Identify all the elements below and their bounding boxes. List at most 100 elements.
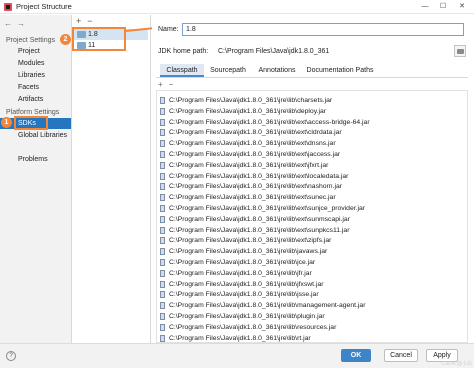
add-path-button[interactable]: + [158, 80, 163, 89]
jar-file-icon [160, 291, 165, 299]
platform-settings-heading: Platform Settings [6, 109, 60, 116]
nav-item-project[interactable]: Project [0, 46, 71, 57]
history-nav: ← → [4, 19, 30, 28]
jar-file-icon [160, 237, 165, 245]
nav-item-libraries[interactable]: Libraries [0, 70, 71, 81]
annotation-badge-1: 1 [1, 117, 12, 128]
classpath-entry-text: C:\Program Files\Java\jdk1.8.0_361\jre\l… [169, 302, 366, 310]
jar-file-icon [160, 215, 165, 223]
classpath-row[interactable]: C:\Program Files\Java\jdk1.8.0_361\jre\l… [157, 333, 467, 342]
classpath-entry-text: C:\Program Files\Java\jdk1.8.0_361\jre\l… [169, 183, 343, 191]
classpath-row[interactable]: C:\Program Files\Java\jdk1.8.0_361\jre\l… [157, 279, 467, 290]
jar-file-icon [160, 97, 165, 104]
classpath-row[interactable]: C:\Program Files\Java\jdk1.8.0_361\jre\l… [157, 289, 467, 300]
classpath-entry-text: C:\Program Files\Java\jdk1.8.0_361\jre\l… [169, 129, 342, 137]
jdk-home-label: JDK home path: [158, 48, 209, 55]
classpath-row[interactable]: C:\Program Files\Java\jdk1.8.0_361\jre\l… [157, 127, 467, 138]
classpath-entry-text: C:\Program Files\Java\jdk1.8.0_361\jre\l… [169, 215, 350, 223]
classpath-entry-text: C:\Program Files\Java\jdk1.8.0_361\jre\l… [169, 172, 349, 180]
classpath-entry-text: C:\Program Files\Java\jdk1.8.0_361\jre\l… [169, 107, 327, 115]
jar-file-icon [160, 269, 165, 277]
help-icon[interactable]: ? [6, 351, 16, 361]
nav-item-problems[interactable]: Problems [0, 154, 71, 165]
cancel-button[interactable]: Cancel [384, 349, 418, 362]
jar-file-icon [160, 302, 165, 310]
ok-button[interactable]: OK [341, 349, 371, 362]
classpath-row[interactable]: C:\Program Files\Java\jdk1.8.0_361\jre\l… [157, 268, 467, 279]
watermark-text: CSDN @小白 [441, 361, 472, 367]
settings-navigation: ← → Project Settings Project Modules Libr… [0, 15, 72, 343]
jar-file-icon [160, 129, 165, 137]
remove-sdk-button[interactable]: − [87, 16, 92, 26]
classpath-entry-text: C:\Program Files\Java\jdk1.8.0_361\jre\l… [169, 118, 370, 126]
classpath-row[interactable]: C:\Program Files\Java\jdk1.8.0_361\jre\l… [157, 192, 467, 203]
nav-item-facets[interactable]: Facets [0, 82, 71, 93]
minimize-button[interactable]: — [418, 1, 432, 13]
classpath-row[interactable]: C:\Program Files\Java\jdk1.8.0_361\jre\l… [157, 95, 467, 106]
jar-file-icon [160, 151, 165, 158]
nav-item-global-libraries[interactable]: Global Libraries [0, 130, 71, 141]
classpath-row[interactable]: C:\Program Files\Java\jdk1.8.0_361\jre\l… [157, 160, 467, 171]
add-sdk-button[interactable]: + [76, 16, 81, 26]
classpath-row[interactable]: C:\Program Files\Java\jdk1.8.0_361\jre\l… [157, 214, 467, 225]
close-button[interactable]: ✕ [455, 1, 469, 13]
sdk-name-input[interactable] [182, 23, 464, 36]
classpath-entry-text: C:\Program Files\Java\jdk1.8.0_361\jre\l… [169, 280, 324, 288]
classpath-row[interactable]: C:\Program Files\Java\jdk1.8.0_361\jre\l… [157, 106, 467, 117]
tab-sourcepath[interactable]: Sourcepath [206, 64, 250, 77]
classpath-row[interactable]: C:\Program Files\Java\jdk1.8.0_361\jre\l… [157, 235, 467, 246]
classpath-entry-text: C:\Program Files\Java\jdk1.8.0_361\jre\l… [169, 259, 316, 266]
classpath-row[interactable]: C:\Program Files\Java\jdk1.8.0_361\jre\l… [157, 322, 467, 333]
forward-arrow-icon[interactable]: → [17, 19, 25, 28]
dialog-footer: ? OK Cancel Apply CSDN @小白 [0, 343, 474, 368]
jar-file-icon [160, 313, 165, 320]
classpath-row[interactable]: C:\Program Files\Java\jdk1.8.0_361\jre\l… [157, 138, 467, 149]
classpath-entry-text: C:\Program Files\Java\jdk1.8.0_361\jre\l… [169, 205, 366, 212]
annotation-badge-2: 2 [60, 34, 71, 45]
maximize-button[interactable]: ☐ [436, 1, 450, 13]
browse-folder-icon[interactable] [454, 45, 466, 57]
classpath-list[interactable]: C:\Program Files\Java\jdk1.8.0_361\jre\l… [156, 90, 468, 343]
classpath-row[interactable]: C:\Program Files\Java\jdk1.8.0_361\jre\l… [157, 225, 467, 236]
classpath-entry-text: C:\Program Files\Java\jdk1.8.0_361\jre\l… [169, 248, 328, 256]
remove-path-button[interactable]: − [169, 80, 174, 89]
classpath-entry-text: C:\Program Files\Java\jdk1.8.0_361\jre\l… [169, 334, 311, 342]
nav-item-artifacts[interactable]: Artifacts [0, 94, 71, 105]
sdk-tabs: Classpath Sourcepath Annotations Documen… [156, 64, 468, 78]
classpath-entry-text: C:\Program Files\Java\jdk1.8.0_361\jre\l… [169, 226, 350, 234]
jar-file-icon [160, 194, 165, 202]
classpath-row[interactable]: C:\Program Files\Java\jdk1.8.0_361\jre\l… [157, 181, 467, 192]
classpath-row[interactable]: C:\Program Files\Java\jdk1.8.0_361\jre\l… [157, 300, 467, 311]
classpath-entry-text: C:\Program Files\Java\jdk1.8.0_361\jre\l… [169, 151, 341, 158]
jar-file-icon [160, 280, 165, 288]
classpath-entry-text: C:\Program Files\Java\jdk1.8.0_361\jre\l… [169, 161, 329, 169]
classpath-row[interactable]: C:\Program Files\Java\jdk1.8.0_361\jre\l… [157, 171, 467, 182]
classpath-row[interactable]: C:\Program Files\Java\jdk1.8.0_361\jre\l… [157, 117, 467, 128]
classpath-row[interactable]: C:\Program Files\Java\jdk1.8.0_361\jre\l… [157, 149, 467, 160]
back-arrow-icon[interactable]: ← [4, 19, 12, 28]
sdk-list-panel: + − 1.8 11 [72, 15, 151, 343]
name-label: Name: [158, 26, 179, 33]
nav-item-modules[interactable]: Modules [0, 58, 71, 69]
classpath-row[interactable]: C:\Program Files\Java\jdk1.8.0_361\jre\l… [157, 246, 467, 257]
tab-classpath[interactable]: Classpath [160, 64, 204, 77]
classpath-row[interactable]: C:\Program Files\Java\jdk1.8.0_361\jre\l… [157, 203, 467, 214]
classpath-row[interactable]: C:\Program Files\Java\jdk1.8.0_361\jre\l… [157, 257, 467, 268]
tab-documentation-paths[interactable]: Documentation Paths [304, 64, 376, 77]
classpath-row[interactable]: C:\Program Files\Java\jdk1.8.0_361\jre\l… [157, 311, 467, 322]
classpath-entry-text: C:\Program Files\Java\jdk1.8.0_361\jre\l… [169, 97, 333, 104]
window-titlebar: Project Structure — ☐ ✕ [0, 0, 474, 14]
sdk-toolbar: + − [76, 16, 99, 26]
classpath-entry-text: C:\Program Files\Java\jdk1.8.0_361\jre\l… [169, 291, 319, 299]
jar-file-icon [160, 183, 165, 191]
sdk-details-panel: Name: JDK home path: C:\Program Files\Ja… [152, 15, 474, 343]
jar-file-icon [160, 205, 165, 212]
jdk-home-path-value: C:\Program Files\Java\jdk1.8.0_361 [218, 48, 330, 55]
classpath-entry-text: C:\Program Files\Java\jdk1.8.0_361\jre\l… [169, 323, 337, 331]
window-title: Project Structure [16, 2, 72, 11]
project-settings-heading: Project Settings [6, 37, 56, 44]
tab-annotations[interactable]: Annotations [252, 64, 302, 77]
classpath-toolbar: + − [158, 80, 179, 89]
jar-file-icon [160, 226, 165, 234]
jar-file-icon [160, 118, 165, 126]
